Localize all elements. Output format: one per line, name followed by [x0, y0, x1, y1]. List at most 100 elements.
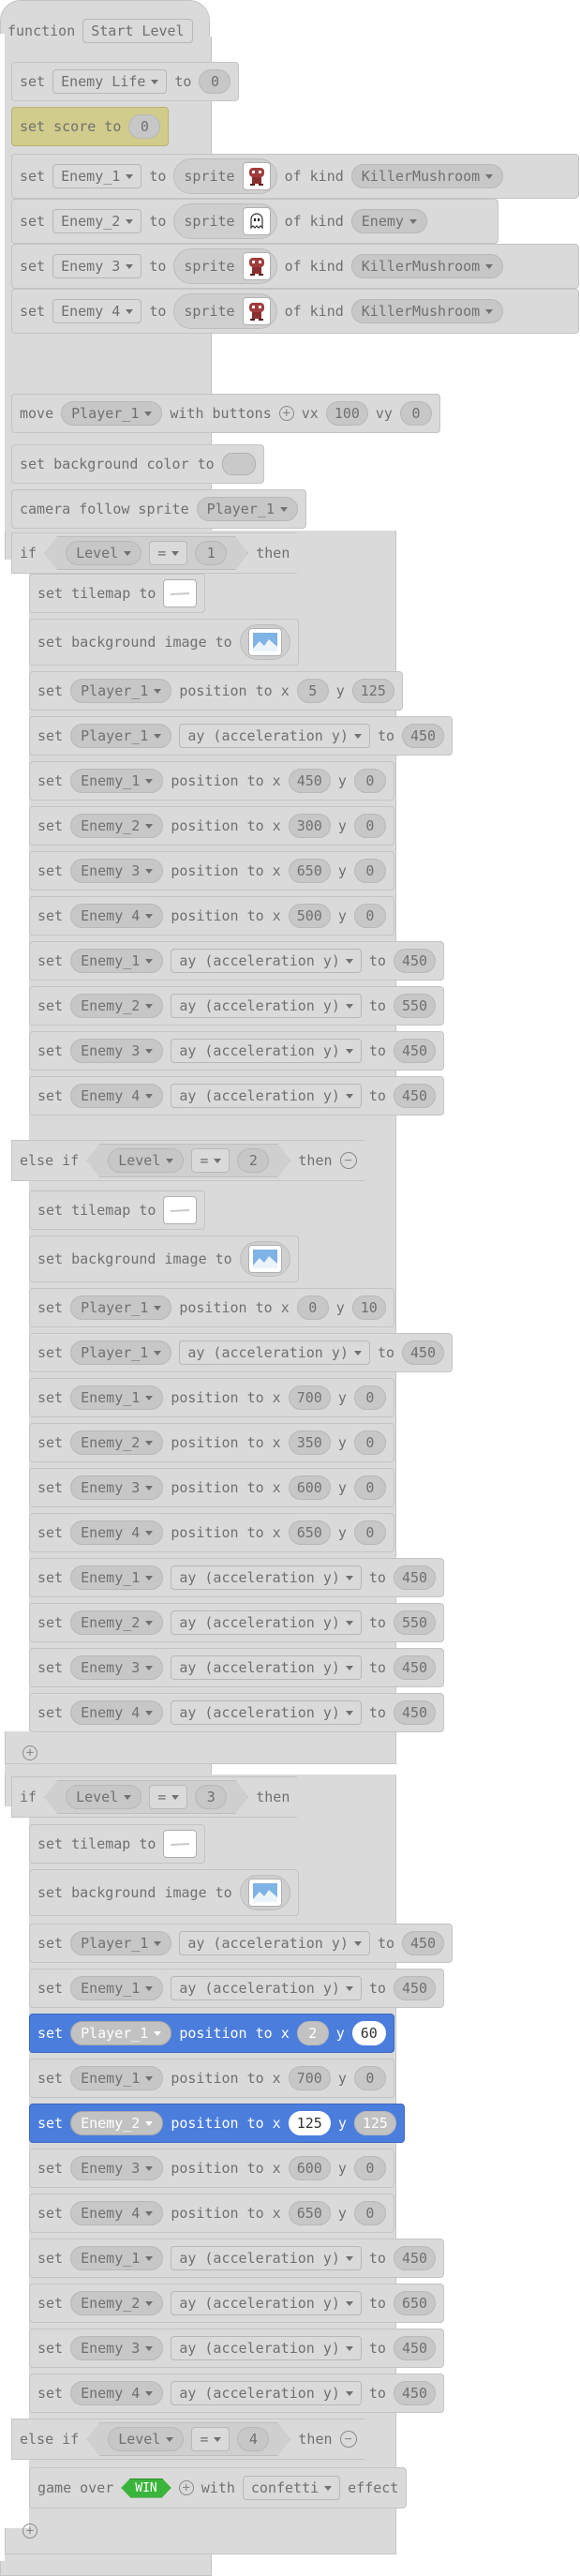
sprite-image-slot[interactable]: sprite	[173, 203, 277, 239]
background-image-slot[interactable]	[239, 1241, 290, 1277]
sprite-dropdown[interactable]: Enemy 3	[70, 2336, 164, 2360]
add-icon[interactable]: +	[22, 1745, 37, 1760]
set-position-block[interactable]: set Enemy_2 position to x 125 y 125	[29, 2104, 405, 2143]
set-player-acceleration-block[interactable]: set Player_1 ay (acceleration y) to 450	[29, 716, 454, 756]
sprite-dropdown[interactable]: Player_1	[70, 679, 172, 703]
property-dropdown[interactable]: ay (acceleration y)	[171, 1084, 362, 1108]
sprite-kind-dropdown[interactable]: Enemy	[350, 209, 427, 233]
set-position-block[interactable]: set Player_1 position to x 2 y 60	[29, 2014, 394, 2053]
background-image-slot[interactable]	[239, 1875, 290, 1910]
set-background-image-block[interactable]: set background image to	[29, 1236, 299, 1282]
set-position-block[interactable]: set Enemy 3 position to x 600 y 0	[29, 2149, 394, 2188]
number-input[interactable]: 0	[353, 2156, 386, 2180]
set-acceleration-block[interactable]: set Enemy_2 ay (acceleration y) to 650	[29, 2284, 445, 2323]
camera-follow-block[interactable]: camera follow sprite Player_1	[11, 489, 306, 529]
number-input[interactable]: 0	[353, 1520, 386, 1545]
sprite-dropdown[interactable]: Enemy_1	[70, 949, 164, 973]
set-position-block[interactable]: set Enemy_1 position to x 450 y 0	[29, 761, 394, 801]
number-input[interactable]: 450	[393, 1565, 437, 1590]
sprite-dropdown[interactable]: Enemy 3	[70, 2156, 164, 2180]
sprite-dropdown[interactable]: Player_1	[70, 724, 172, 748]
sprite-dropdown[interactable]: Enemy 4	[70, 2201, 164, 2225]
function-header[interactable]: function Start Level	[0, 15, 201, 47]
add-icon[interactable]: +	[22, 2524, 37, 2539]
number-input[interactable]: 450	[393, 1700, 437, 1725]
sprite-dropdown[interactable]: Enemy_2	[70, 994, 164, 1018]
set-acceleration-block[interactable]: set Enemy 3 ay (acceleration y) to 450	[29, 2329, 445, 2368]
win-badge[interactable]: WIN	[121, 2479, 171, 2498]
set-acceleration-block[interactable]: set Enemy 3 ay (acceleration y) to 450	[29, 1031, 445, 1071]
property-dropdown[interactable]: ay (acceleration y)	[179, 1340, 370, 1365]
tilemap-icon[interactable]	[163, 1830, 198, 1858]
condition-variable-dropdown[interactable]: Level	[108, 1148, 184, 1173]
sprite-image-slot[interactable]: sprite	[173, 158, 277, 194]
set-acceleration-block[interactable]: set Enemy 3 ay (acceleration y) to 450	[29, 1648, 445, 1687]
property-dropdown[interactable]: ay (acceleration y)	[171, 1039, 362, 1063]
number-input[interactable]: 450	[393, 1655, 437, 1680]
number-input[interactable]: 1	[195, 541, 227, 565]
number-input[interactable]: 0	[353, 1430, 386, 1455]
set-background-image-block[interactable]: set background image to	[29, 1869, 299, 1916]
set-player-position-block[interactable]: set Player_1 position to x 5 y 125	[29, 671, 403, 711]
sprite-dropdown[interactable]: Enemy_2	[70, 2291, 164, 2315]
sprite-dropdown[interactable]: Enemy_1	[70, 769, 164, 793]
number-input[interactable]: 550	[393, 994, 437, 1018]
operator-dropdown[interactable]: =	[191, 1148, 230, 1173]
variable-dropdown[interactable]: Enemy Life	[52, 69, 168, 94]
set-sprite-block[interactable]: set Enemy_1 to sprite of kind KillerMushroom	[11, 154, 579, 199]
number-input[interactable]: 500	[288, 904, 331, 928]
condition[interactable]: Level = 2	[86, 1144, 290, 1177]
set-position-block[interactable]: set Enemy_2 position to x 300 y 0	[29, 806, 394, 846]
number-input[interactable]: 3	[195, 1785, 227, 1809]
number-input[interactable]: 5	[296, 679, 329, 703]
set-position-block[interactable]: set Enemy_1 position to x 700 y 0	[29, 2059, 394, 2098]
sprite-dropdown[interactable]: Enemy_2	[70, 2111, 164, 2135]
set-player-acceleration-block[interactable]: set Player_1 ay (acceleration y) to 450	[29, 1924, 454, 1963]
number-input[interactable]: 0	[353, 769, 386, 793]
set-position-block[interactable]: set Enemy 4 position to x 650 y 0	[29, 2194, 394, 2233]
sprite-dropdown[interactable]: Enemy_1	[70, 2066, 164, 2090]
number-input[interactable]: 0	[353, 1385, 386, 1410]
set-acceleration-block[interactable]: set Enemy_2 ay (acceleration y) to 550	[29, 986, 445, 1026]
set-position-block[interactable]: set Enemy 4 position to x 650 y 0	[29, 1513, 394, 1552]
set-acceleration-block[interactable]: set Enemy 4 ay (acceleration y) to 450	[29, 1076, 445, 1116]
number-input[interactable]: 650	[288, 1520, 331, 1545]
operator-dropdown[interactable]: =	[149, 1785, 187, 1809]
sprite-dropdown[interactable]: Enemy 3	[70, 1475, 164, 1500]
tilemap-icon[interactable]	[163, 1196, 198, 1224]
sprite-kind-dropdown[interactable]: KillerMushroom	[350, 164, 504, 188]
property-dropdown[interactable]: ay (acceleration y)	[171, 2336, 362, 2360]
set-enemy-life-block[interactable]: set Enemy Life to 0	[11, 62, 240, 101]
property-dropdown[interactable]: ay (acceleration y)	[171, 2381, 362, 2405]
remove-icon[interactable]: −	[339, 2431, 357, 2448]
number-input[interactable]: 600	[288, 2156, 331, 2180]
sprite-dropdown[interactable]: Player_1	[61, 401, 163, 426]
set-tilemap-block[interactable]: set tilemap to	[29, 1191, 206, 1230]
number-input[interactable]: 450	[393, 2246, 437, 2270]
sprite-dropdown[interactable]: Enemy_1	[70, 2246, 164, 2270]
add-icon[interactable]: +	[278, 406, 294, 421]
sprite-dropdown[interactable]: Player_1	[70, 1931, 172, 1955]
set-background-image-block[interactable]: set background image to	[29, 619, 299, 666]
if-header[interactable]: if Level = 3 then	[11, 1776, 298, 1818]
set-sprite-block[interactable]: set Enemy 3 to sprite of kind KillerMushroom	[11, 244, 579, 289]
sprite-dropdown[interactable]: Player_1	[70, 1340, 172, 1365]
sprite-dropdown[interactable]: Player_1	[70, 2021, 172, 2045]
property-dropdown[interactable]: ay (acceleration y)	[171, 1655, 362, 1680]
number-input[interactable]: 650	[288, 859, 331, 883]
set-position-block[interactable]: set Enemy_2 position to x 350 y 0	[29, 1423, 394, 1462]
remove-icon[interactable]: −	[339, 1152, 357, 1169]
set-position-block[interactable]: set Enemy 3 position to x 650 y 0	[29, 851, 394, 891]
operator-dropdown[interactable]: =	[149, 541, 187, 565]
sprite-variable-dropdown[interactable]: Enemy 3	[52, 254, 142, 278]
number-input[interactable]: 2	[296, 2021, 329, 2045]
sprite-image-slot[interactable]: sprite	[173, 248, 277, 284]
number-input[interactable]: 700	[288, 2066, 331, 2090]
number-input[interactable]: 450	[393, 949, 437, 973]
number-input[interactable]: 450	[393, 2381, 437, 2405]
sprite-dropdown[interactable]: Enemy_2	[70, 1430, 164, 1455]
number-input[interactable]: 450	[393, 1976, 437, 2000]
number-input[interactable]: 600	[288, 1475, 331, 1500]
set-player-position-block[interactable]: set Player_1 position to x 0 y 10	[29, 1288, 394, 1327]
condition[interactable]: Level = 1	[44, 536, 248, 570]
